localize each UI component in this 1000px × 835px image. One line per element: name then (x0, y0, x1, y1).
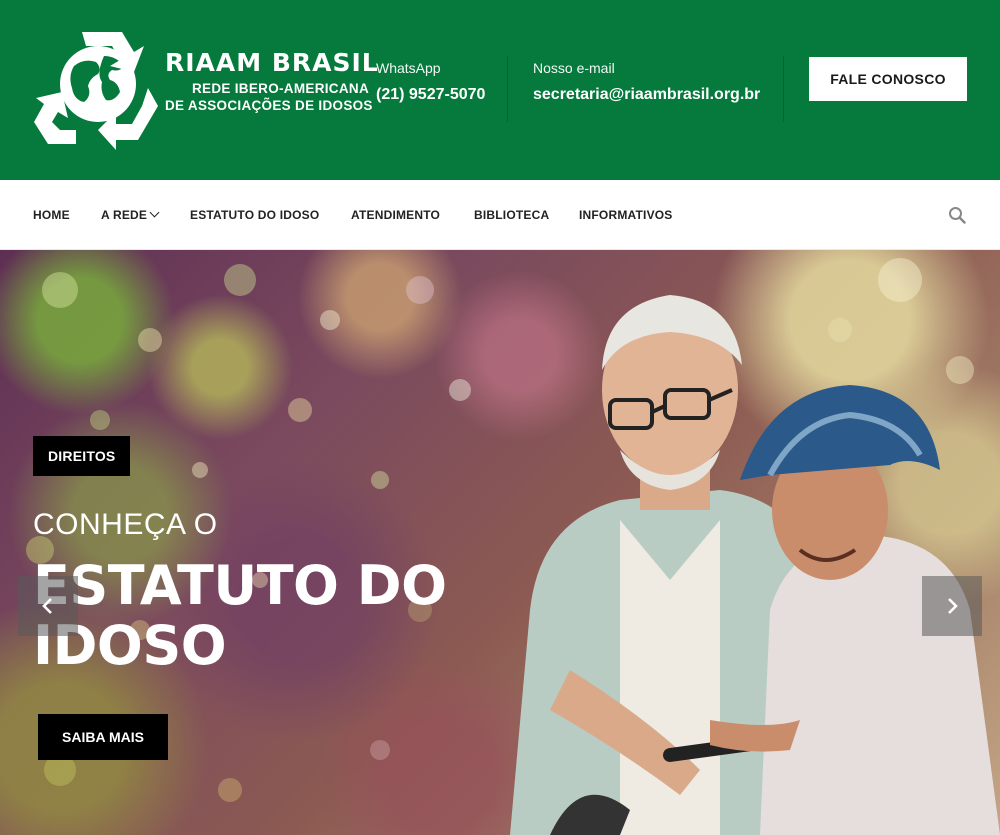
hero-subtitle: CONHEÇA O (33, 508, 218, 541)
email-label: Nosso e-mail (533, 60, 615, 76)
hero-title: ESTATUTO DO IDOSO (33, 556, 533, 676)
email-address[interactable]: secretaria@riaambrasil.org.br (533, 86, 760, 104)
nav-item-label: A REDE (101, 208, 148, 222)
logo-title: RIAAM BRASIL (165, 48, 379, 77)
site-logo[interactable]: RIAAM BRASIL REDE IBERO-AMERICANA DE ASS… (30, 26, 410, 152)
nav-item-a-rede[interactable]: A REDE (101, 207, 160, 222)
whatsapp-number[interactable]: (21) 9527-5070 (376, 86, 485, 104)
category-badge[interactable]: DIREITOS (33, 436, 131, 476)
contact-us-button[interactable]: FALE CONOSCO (809, 57, 967, 101)
whatsapp-label: WhatsApp (376, 60, 441, 76)
chevron-left-icon (42, 598, 52, 614)
header-divider (783, 56, 784, 122)
hero-title-line1: ESTATUTO DO (33, 554, 447, 617)
slider-prev-button[interactable] (18, 576, 78, 636)
logo-subtitle-line1: REDE IBERO-AMERICANA (192, 81, 370, 96)
top-header: RIAAM BRASIL REDE IBERO-AMERICANA DE ASS… (0, 0, 1000, 180)
nav-item-estatuto[interactable]: ESTATUTO DO IDOSO (190, 208, 319, 222)
hero-photo-grandfather-and-child (510, 295, 1000, 835)
chevron-right-icon (948, 598, 958, 614)
nav-item-home[interactable]: HOME (33, 208, 70, 222)
whatsapp-contact: WhatsApp (21) 9527-5070 (376, 60, 485, 104)
recycle-globe-logo-icon (34, 32, 158, 150)
hero-title-line2: IDOSO (33, 614, 227, 677)
learn-more-button[interactable]: SAIBA MAIS (38, 714, 168, 760)
hero-slider: DIREITOS CONHEÇA O ESTATUTO DO IDOSO SAI… (0, 250, 1000, 835)
search-icon[interactable] (948, 206, 966, 224)
chevron-down-icon (149, 207, 160, 218)
logo-subtitle-line2: DE ASSOCIAÇÕES DE IDOSOS (165, 98, 373, 113)
email-contact: Nosso e-mail secretaria@riaambrasil.org.… (533, 60, 760, 104)
slider-next-button[interactable] (922, 576, 982, 636)
nav-item-atendimento[interactable]: ATENDIMENTO (351, 208, 440, 222)
main-navigation: HOME A REDE ESTATUTO DO IDOSO ATENDIMENT… (0, 180, 1000, 250)
nav-item-informativos[interactable]: INFORMATIVOS (579, 208, 673, 222)
header-divider (507, 56, 508, 122)
nav-item-biblioteca[interactable]: BIBLIOTECA (474, 208, 549, 222)
